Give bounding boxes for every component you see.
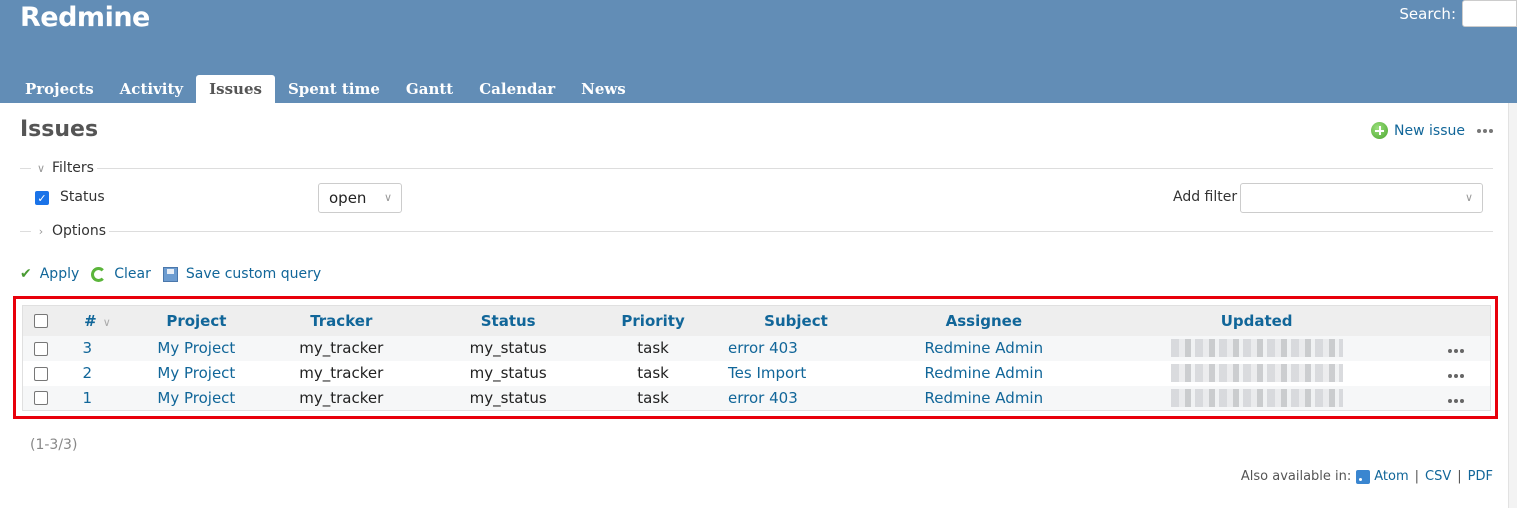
options-legend-label: Options	[52, 223, 107, 239]
filters-legend[interactable]: ∨ Filters	[31, 160, 97, 176]
ellipsis-icon[interactable]	[1477, 128, 1493, 133]
highlight-annotation	[13, 296, 1498, 419]
atom-link[interactable]: Atom	[1374, 469, 1408, 484]
other-formats-label: Also available in:	[1240, 469, 1352, 484]
add-filter-label: Add filter	[1173, 189, 1238, 205]
tab-projects[interactable]: Projects	[12, 75, 107, 103]
apply-button[interactable]: ✔ Apply	[20, 266, 79, 282]
csv-link[interactable]: CSV	[1425, 469, 1451, 484]
save-query-button[interactable]: Save custom query	[162, 266, 322, 282]
status-filter-label: Status	[60, 189, 105, 205]
tab-spent-time[interactable]: Spent time	[275, 75, 393, 103]
page-title: Issues	[20, 117, 99, 142]
filters-divider	[20, 168, 1493, 169]
contextual-actions: New issue	[1371, 122, 1493, 139]
feed-icon	[1356, 469, 1371, 484]
query-buttons: ✔ Apply Clear Save custom query	[20, 266, 333, 282]
pagination-count: (1-3/3)	[30, 437, 78, 453]
save-query-label: Save custom query	[185, 266, 322, 282]
status-operator-select[interactable]: open ∨	[318, 183, 402, 213]
options-legend[interactable]: › Options	[31, 223, 110, 239]
add-filter-select[interactable]: ∨	[1240, 183, 1483, 213]
top-header: Redmine Search: Projects Activity Issues…	[0, 0, 1517, 103]
chevron-down-icon: ∨	[1464, 191, 1473, 204]
separator: |	[1414, 469, 1420, 484]
app-title[interactable]: Redmine	[20, 2, 150, 33]
main-menu: Projects Activity Issues Spent time Gant…	[12, 75, 639, 103]
search-label: Search:	[1399, 5, 1456, 23]
add-icon	[1371, 122, 1389, 139]
checkmark-icon: ✔	[20, 266, 32, 282]
clear-label: Clear	[114, 266, 151, 282]
chevron-right-icon: ›	[38, 224, 44, 238]
options-divider	[20, 231, 1493, 232]
chevron-down-icon: ∨	[36, 161, 46, 175]
separator: |	[1457, 469, 1462, 484]
search-input[interactable]	[1462, 0, 1517, 27]
status-filter-checkbox[interactable]: ✓	[35, 191, 49, 205]
tab-issues[interactable]: Issues	[196, 75, 275, 103]
status-operator-value: open	[329, 189, 367, 207]
chevron-down-icon: ∨	[383, 191, 392, 204]
apply-label: Apply	[39, 266, 80, 282]
filters-legend-label: Filters	[52, 160, 94, 176]
reload-icon	[91, 266, 107, 282]
new-issue-link[interactable]: New issue	[1394, 123, 1465, 139]
tab-calendar[interactable]: Calendar	[466, 75, 568, 103]
clear-button[interactable]: Clear	[91, 266, 151, 282]
save-icon	[162, 266, 178, 282]
tab-activity[interactable]: Activity	[107, 75, 196, 103]
tab-gantt[interactable]: Gantt	[393, 75, 466, 103]
other-formats: Also available in: Atom | CSV | PDF	[1241, 469, 1493, 484]
scrollbar[interactable]	[1508, 103, 1517, 508]
pdf-link[interactable]: PDF	[1468, 469, 1493, 484]
tab-news[interactable]: News	[568, 75, 639, 103]
